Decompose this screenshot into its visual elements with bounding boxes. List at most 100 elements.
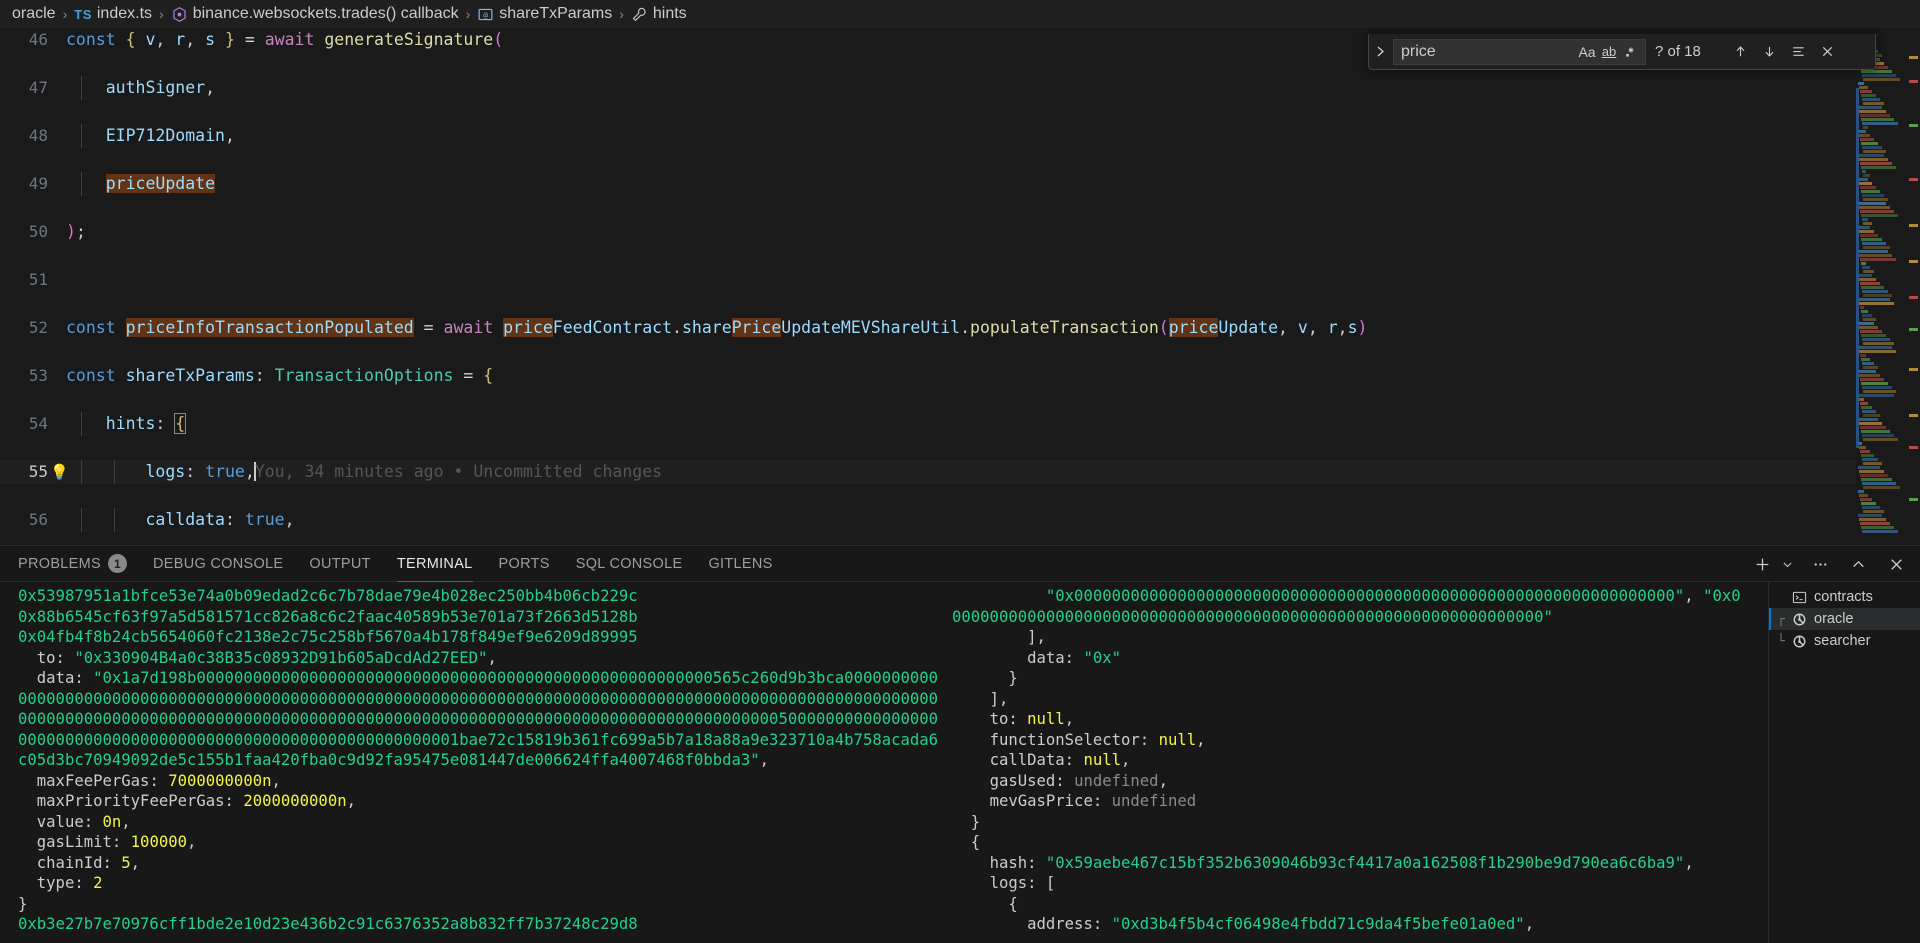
breadcrumb-item-index-ts[interactable]: TS index.ts — [72, 5, 154, 23]
search-input[interactable] — [1394, 42, 1544, 61]
code-line-current[interactable]: 55 💡 logs: true,You, 34 minutes ago • Un… — [0, 460, 1920, 484]
code-editor[interactable]: 46 const { v, r, s } = await generateSig… — [0, 28, 1920, 545]
minimap-line — [1858, 466, 1880, 469]
maximize-panel-button[interactable] — [1844, 551, 1872, 577]
close-panel-button[interactable] — [1882, 551, 1910, 577]
minimap-line — [1860, 186, 1876, 189]
line-content: ); — [66, 222, 86, 241]
match-case-toggle[interactable]: Aa — [1576, 42, 1598, 62]
terminal-tab-label: contracts — [1814, 589, 1873, 605]
minimap-line — [1861, 190, 1880, 193]
minimap-line — [1863, 414, 1880, 417]
tab-debug-console[interactable]: DEBUG CONSOLE — [153, 546, 283, 582]
tab-output[interactable]: OUTPUT — [309, 546, 370, 582]
tab-problems[interactable]: PROBLEMS 1 — [18, 546, 127, 582]
breadcrumb[interactable]: oracle › TS index.ts › binance.websocket… — [0, 0, 1920, 28]
tab-sql-console[interactable]: SQL CONSOLE — [576, 546, 683, 582]
minimap-line — [1858, 106, 1882, 109]
find-input-wrapper[interactable]: Aa ab — [1393, 38, 1646, 65]
line-content: logs: true,You, 34 minutes ago • Uncommi… — [145, 462, 663, 481]
minimap-line — [1863, 486, 1900, 489]
code-line[interactable]: 52 const priceInfoTransactionPopulated =… — [0, 316, 1920, 340]
terminal-tabs-list[interactable]: contracts ┌ oracle └ searcher — [1768, 582, 1920, 943]
code-line[interactable]: 53 const shareTxParams: TransactionOptio… — [0, 364, 1920, 388]
terminal-line: logs: [ — [952, 874, 1056, 892]
chevron-down-icon[interactable] — [1778, 551, 1796, 577]
tab-terminal[interactable]: TERMINAL — [396, 546, 473, 582]
tab-label: PROBLEMS — [18, 555, 101, 572]
new-terminal-button[interactable] — [1748, 551, 1776, 577]
minimap-line — [1859, 350, 1896, 353]
minimap-line — [1858, 322, 1874, 325]
use-regex-toggle[interactable] — [1620, 42, 1642, 62]
find-previous-button[interactable] — [1727, 39, 1753, 65]
minimap-line — [1858, 298, 1890, 301]
minimap-line — [1863, 198, 1888, 201]
minimap-line — [1860, 282, 1880, 285]
minimap-line — [1862, 506, 1880, 509]
close-icon[interactable] — [1814, 39, 1840, 65]
minimap-line — [1860, 162, 1892, 165]
symbol-variable-icon: @ — [477, 6, 494, 23]
toggle-replace-icon[interactable] — [1369, 34, 1391, 69]
terminal-tab-contracts[interactable]: contracts — [1769, 586, 1920, 608]
overview-ruler-mark — [1909, 368, 1918, 371]
panel-actions[interactable] — [1748, 546, 1910, 582]
code-line[interactable]: 48 EIP712Domain, — [0, 124, 1920, 148]
code-line[interactable]: 47 authSigner, — [0, 76, 1920, 100]
minimap-line — [1860, 330, 1882, 333]
bottom-panel[interactable]: PROBLEMS 1 DEBUG CONSOLE OUTPUT TERMINAL… — [0, 545, 1920, 943]
breadcrumb-item-sharetxparams[interactable]: @ shareTxParams — [475, 5, 614, 23]
tree-branch-top: ┌ — [1777, 611, 1785, 627]
overview-ruler-mark — [1909, 56, 1918, 59]
breadcrumb-item-hints[interactable]: hints — [629, 5, 689, 23]
minimap-line — [1863, 318, 1876, 321]
tab-label: GITLENS — [708, 555, 773, 572]
minimap-line — [1859, 446, 1866, 449]
code-line[interactable]: 54 hints: { — [0, 412, 1920, 436]
tab-ports[interactable]: PORTS — [499, 546, 550, 582]
find-in-selection-icon[interactable] — [1785, 39, 1811, 65]
code-line[interactable]: 51 — [0, 268, 1920, 292]
code-line[interactable]: 49 priceUpdate — [0, 172, 1920, 196]
terminal-line: 0x53987951a1bfce53e74a0b09edad2c6c7b78da… — [18, 587, 638, 605]
editor-content[interactable]: 46 const { v, r, s } = await generateSig… — [0, 28, 1920, 545]
overview-ruler-mark — [1909, 328, 1918, 331]
minimap-line — [1863, 294, 1892, 297]
code-line[interactable]: 56 calldata: true, — [0, 508, 1920, 532]
terminal-tab-oracle[interactable]: ┌ oracle — [1769, 608, 1920, 630]
minimap-line — [1863, 390, 1896, 393]
overview-ruler[interactable] — [1906, 28, 1920, 545]
terminal-output-left[interactable]: 0x53987951a1bfce53e74a0b09edad2c6c7b78da… — [0, 582, 948, 943]
minimap-line — [1858, 226, 1870, 229]
line-content: hints: { — [105, 413, 187, 434]
minimap-line — [1860, 474, 1888, 477]
terminal-tab-label: searcher — [1814, 633, 1871, 649]
minimap-line — [1859, 86, 1868, 89]
minimap-line — [1861, 262, 1866, 265]
line-content: const shareTxParams: TransactionOptions … — [66, 366, 494, 385]
svg-text:@: @ — [484, 10, 489, 19]
find-next-button[interactable] — [1756, 39, 1782, 65]
minimap-line — [1863, 366, 1878, 369]
match-whole-word-toggle[interactable]: ab — [1598, 42, 1620, 62]
find-widget[interactable]: Aa ab ? of 18 — [1368, 34, 1876, 70]
panel-tab-bar[interactable]: PROBLEMS 1 DEBUG CONSOLE OUTPUT TERMINAL… — [0, 546, 1920, 582]
code-line[interactable]: 50 ); — [0, 220, 1920, 244]
minimap-line — [1859, 302, 1894, 305]
terminal-output-right[interactable]: "0x0000000000000000000000000000000000000… — [952, 582, 1768, 943]
breadcrumb-item-callback[interactable]: binance.websockets.trades() callback — [169, 5, 461, 23]
git-blame-annotation[interactable]: You, 34 minutes ago • Uncommitted change… — [255, 462, 662, 481]
breadcrumb-item-oracle[interactable]: oracle — [10, 5, 58, 23]
panel-more-actions-button[interactable] — [1806, 551, 1834, 577]
terminal-line: } — [952, 812, 981, 831]
terminal-body[interactable]: 0x53987951a1bfce53e74a0b09edad2c6c7b78da… — [0, 582, 1920, 943]
minimap-slider[interactable] — [1856, 88, 1859, 448]
overview-ruler-mark — [1909, 178, 1918, 181]
line-number: 55 — [28, 462, 48, 481]
tab-gitlens[interactable]: GITLENS — [708, 546, 772, 582]
terminal-line: 0x88b6545cf63f97a5d581571cc826a8c6c2faac… — [18, 607, 638, 626]
minimap[interactable] — [1856, 28, 1906, 545]
terminal-tab-searcher[interactable]: └ searcher — [1769, 630, 1920, 652]
symbol-method-icon — [171, 6, 188, 23]
